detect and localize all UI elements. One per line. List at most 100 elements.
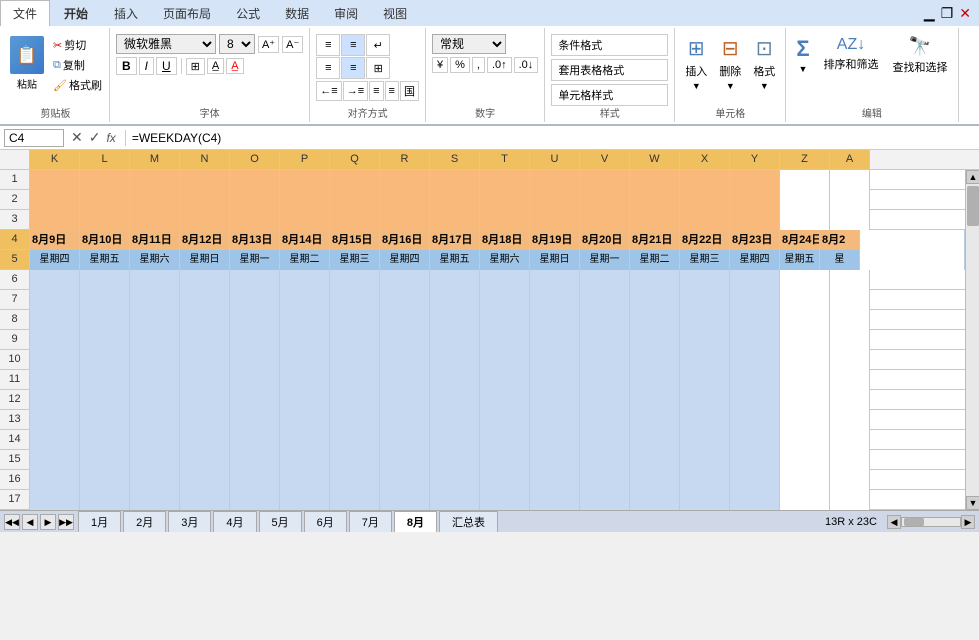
increase-decimal[interactable]: .0↑ [487, 57, 512, 73]
currency-button[interactable]: ¥ [432, 57, 448, 73]
tab-home[interactable]: 开始 [51, 0, 101, 26]
cell-date-12[interactable]: 8月21日 [630, 230, 680, 250]
cell-AA1[interactable] [830, 170, 870, 190]
row-num-11[interactable]: 11 [0, 370, 30, 389]
row-num-10[interactable]: 10 [0, 350, 30, 369]
sheet-tab-1月[interactable]: 1月 [78, 511, 121, 532]
percent-button[interactable]: % [450, 57, 470, 73]
cell-date-14[interactable]: 8月23日 [730, 230, 780, 250]
tab-nav-prev[interactable]: ◀ [22, 514, 38, 530]
row-num-4[interactable]: 4 [0, 230, 30, 249]
tab-review[interactable]: 审阅 [322, 1, 370, 26]
name-box[interactable] [4, 129, 64, 147]
insert-function-icon[interactable]: fx [103, 131, 118, 145]
cell-date-13[interactable]: 8月22日 [680, 230, 730, 250]
cell-weekday-8[interactable]: 星期五 [430, 250, 480, 270]
cell-date-8[interactable]: 8月17日 [430, 230, 480, 250]
sheet-tab-4月[interactable]: 4月 [213, 511, 256, 532]
cell-date-9[interactable]: 8月18日 [480, 230, 530, 250]
cell-weekday-16[interactable]: 星 [820, 250, 860, 270]
restore-icon[interactable]: ❐ [941, 5, 954, 22]
tab-file[interactable]: 文件 [0, 0, 50, 26]
cell-date-6[interactable]: 8月15日 [330, 230, 380, 250]
tab-nav-first[interactable]: ◀◀ [4, 514, 20, 530]
row-num-16[interactable]: 16 [0, 470, 30, 489]
align-mid-center[interactable]: ≡ [341, 57, 365, 79]
align-mid-right[interactable]: ⊞ [366, 57, 390, 79]
increase-font-button[interactable]: A⁺ [258, 36, 279, 53]
sheet-tab-7月[interactable]: 7月 [349, 511, 392, 532]
minimize-icon[interactable]: ▁ [924, 5, 935, 22]
font-color-button[interactable]: A̲ [226, 58, 243, 74]
row-num-13[interactable]: 13 [0, 410, 30, 429]
sort-filter-button[interactable]: AZ↓ 排序和筛选 [820, 34, 883, 74]
cell-V1[interactable] [580, 170, 630, 190]
col-header-M[interactable]: M [130, 150, 180, 169]
cell-date-3[interactable]: 8月12日 [180, 230, 230, 250]
col-header-Z[interactable]: Z [780, 150, 830, 169]
cell-weekday-0[interactable]: 星期四 [30, 250, 80, 270]
align-top-left[interactable]: ≡ [316, 34, 340, 56]
decrease-decimal[interactable]: .0↓ [514, 57, 539, 73]
table-format-button[interactable]: 套用表格格式 [551, 59, 668, 81]
align-right[interactable]: 国 [400, 81, 419, 101]
col-header-O[interactable]: O [230, 150, 280, 169]
cell-date-7[interactable]: 8月16日 [380, 230, 430, 250]
cell-weekday-9[interactable]: 星期六 [480, 250, 530, 270]
cell-weekday-13[interactable]: 星期三 [680, 250, 730, 270]
cell-X1[interactable] [680, 170, 730, 190]
tab-view[interactable]: 视图 [371, 1, 419, 26]
sheet-tab-8月[interactable]: 8月 [394, 511, 437, 532]
cell-weekday-14[interactable]: 星期四 [730, 250, 780, 270]
tab-page-layout[interactable]: 页面布局 [151, 1, 223, 26]
cell-date-11[interactable]: 8月20日 [580, 230, 630, 250]
format-cell-button[interactable]: ⊡ 格式 ▼ [749, 34, 779, 93]
cell-weekday-10[interactable]: 星期日 [530, 250, 580, 270]
cell-styles-button[interactable]: 单元格样式 [551, 84, 668, 106]
tab-formula[interactable]: 公式 [224, 1, 272, 26]
row-num-14[interactable]: 14 [0, 430, 30, 449]
col-header-R[interactable]: R [380, 150, 430, 169]
row-num-9[interactable]: 9 [0, 330, 30, 349]
cell-weekday-6[interactable]: 星期三 [330, 250, 380, 270]
find-select-button[interactable]: 🔭 查找和选择 [889, 34, 952, 77]
font-name-select[interactable]: 微软雅黑 [116, 34, 216, 54]
cell-weekday-15[interactable]: 星期五 [780, 250, 820, 270]
col-header-L[interactable]: L [80, 150, 130, 169]
col-header-W[interactable]: W [630, 150, 680, 169]
col-header-K[interactable]: K [30, 150, 80, 169]
fill-color-button[interactable]: A̲ [207, 58, 224, 74]
underline-button[interactable]: U [156, 57, 177, 75]
row-num-17[interactable]: 17 [0, 490, 30, 509]
cell-weekday-5[interactable]: 星期二 [280, 250, 330, 270]
row-num-6[interactable]: 6 [0, 270, 30, 289]
align-left[interactable]: ≡ [369, 81, 383, 101]
col-header-N[interactable]: N [180, 150, 230, 169]
indent-increase[interactable]: →≡ [343, 81, 368, 101]
copy-button[interactable]: ⧉复制 [50, 56, 105, 74]
sheet-tab-5月[interactable]: 5月 [259, 511, 302, 532]
col-header-S[interactable]: S [430, 150, 480, 169]
cell-M1[interactable] [130, 170, 180, 190]
cell-Q1[interactable] [330, 170, 380, 190]
cell-weekday-12[interactable]: 星期二 [630, 250, 680, 270]
col-header-Q[interactable]: Q [330, 150, 380, 169]
cancel-formula-icon[interactable]: ✕ [68, 129, 86, 146]
col-header-P[interactable]: P [280, 150, 330, 169]
h-scroll-left[interactable]: ◀ [887, 515, 901, 529]
number-format-select[interactable]: 常规 [432, 34, 506, 54]
cell-Z1[interactable] [780, 170, 830, 190]
cell-weekday-1[interactable]: 星期五 [80, 250, 130, 270]
close-icon[interactable]: ✕ [959, 5, 971, 22]
cell-K1[interactable] [30, 170, 80, 190]
align-top-right[interactable]: ↵ [366, 34, 390, 56]
cell-P1[interactable] [280, 170, 330, 190]
cell-O1[interactable] [230, 170, 280, 190]
conditional-format-button[interactable]: 条件格式 [551, 34, 668, 56]
row-num-2[interactable]: 2 [0, 190, 30, 209]
cell-S1[interactable] [430, 170, 480, 190]
cell-W1[interactable] [630, 170, 680, 190]
cell-weekday-3[interactable]: 星期日 [180, 250, 230, 270]
sheet-tab-6月[interactable]: 6月 [304, 511, 347, 532]
italic-button[interactable]: I [139, 57, 154, 75]
